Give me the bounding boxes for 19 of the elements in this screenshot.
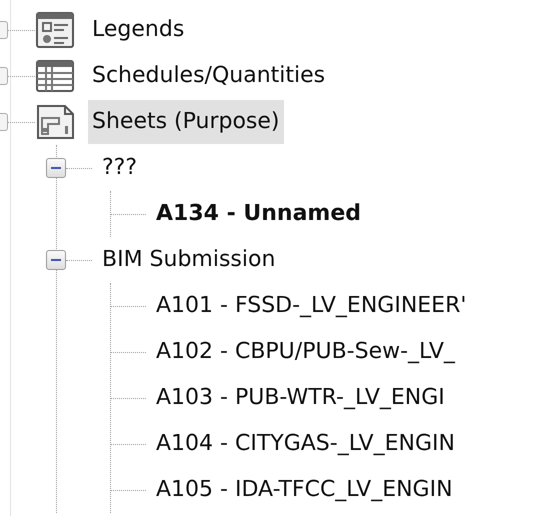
- expander-icon[interactable]: [0, 113, 8, 131]
- tree-item[interactable]: A105 - IDA-TFCC_LV_ENGIN: [152, 468, 457, 512]
- tree-item[interactable]: A101 - FSSD-_LV_ENGINEER': [152, 284, 470, 328]
- tree-item[interactable]: A134 - Unnamed: [152, 192, 366, 236]
- collapse-icon[interactable]: [46, 158, 66, 178]
- tree-item[interactable]: A103 - PUB-WTR-_LV_ENGI: [152, 376, 449, 420]
- table-icon: [35, 59, 75, 93]
- tree-item[interactable]: A102 - CBPU/PUB-Sew-_LV_: [152, 330, 459, 374]
- collapse-icon[interactable]: [46, 250, 66, 270]
- tree-item[interactable]: BIM Submission: [98, 238, 280, 282]
- tree-item[interactable]: A104 - CITYGAS-_LV_ENGIN: [152, 422, 459, 466]
- legend-icon: [35, 10, 75, 50]
- tree-item[interactable]: ???: [98, 146, 142, 190]
- expander-icon[interactable]: [0, 21, 8, 39]
- tree-item[interactable]: Schedules/Quantities: [88, 54, 330, 98]
- sheet-icon: [35, 102, 75, 142]
- tree-item[interactable]: Legends: [88, 8, 188, 52]
- expander-icon[interactable]: [0, 67, 8, 85]
- tree-item[interactable]: Sheets (Purpose): [88, 100, 284, 144]
